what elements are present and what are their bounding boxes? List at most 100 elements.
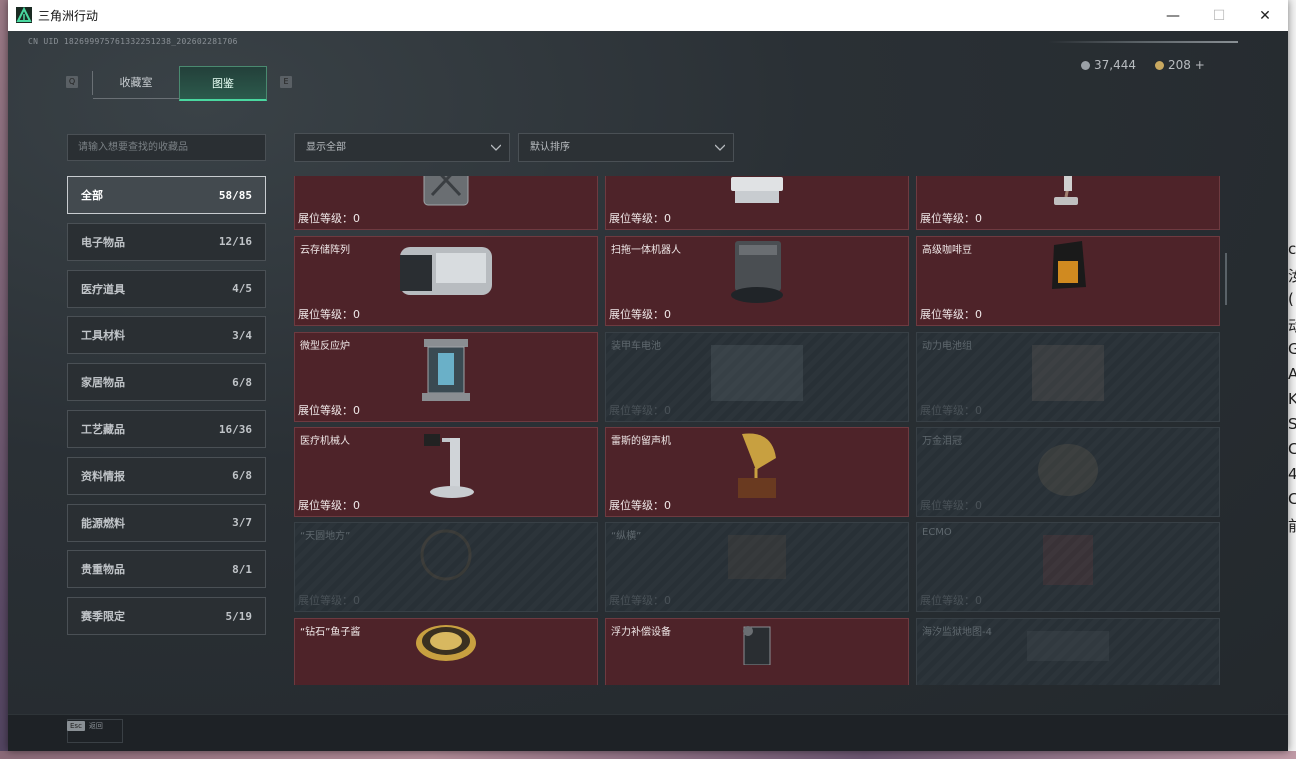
gramophone-icon xyxy=(732,430,782,506)
collection-item-card[interactable]: 万金泪冠展位等级：0 xyxy=(916,427,1220,517)
item-display-level: 展位等级：0 xyxy=(609,212,671,225)
category-count: 12/16 xyxy=(218,235,252,249)
collection-item-card[interactable]: 高级咖啡豆 展位等级：0 xyxy=(916,236,1220,326)
item-name: 动力电池组 xyxy=(922,341,972,352)
collection-item-card[interactable]: 展位等级：0 xyxy=(605,176,909,230)
collection-item-card[interactable]: “天圆地方” 展位等级：0 xyxy=(294,522,598,612)
item-name: 海汐监狱地图-4 xyxy=(922,627,992,638)
category-item[interactable]: 资料情报 6/8 xyxy=(67,456,266,495)
collection-item-card[interactable]: 云存储阵列展位等级：0 xyxy=(294,236,598,326)
item-display-level: 展位等级：0 xyxy=(609,594,671,607)
category-count: 6/8 xyxy=(232,375,252,389)
item-display-level: 展位等级：0 xyxy=(298,308,360,321)
category-label: 资料情报 xyxy=(81,469,125,483)
category-item[interactable]: 工艺藏品 16/36 xyxy=(67,410,266,448)
game-screen: CN UID 1826999757613322512​38_2026022817… xyxy=(8,31,1288,751)
vacuum-cleaner-icon xyxy=(1048,176,1088,213)
collection-item-card[interactable]: 医疗机械人展位等级：0 xyxy=(294,427,598,517)
category-label: 电子物品 xyxy=(81,235,125,249)
key-hint-next-tab: E xyxy=(280,76,292,88)
collection-item-card[interactable]: 动力电池组 展位等级：0 xyxy=(916,332,1220,422)
collection-grid[interactable]: 展位等级：0 展位等级：0 展位等级：0 云存储阵列 展位等级：0 扫拖一体机器人 展位等级… xyxy=(294,176,1220,685)
currency-silver: 37,444 xyxy=(1081,58,1136,72)
category-item[interactable]: 全部 58/85 xyxy=(67,176,266,214)
search-input[interactable]: 请输入想要查找的收藏品 xyxy=(67,134,266,161)
item-display-level: 展位等级：0 xyxy=(298,594,360,607)
category-label: 工艺藏品 xyxy=(81,423,125,436)
window-title: 三角洲行动 xyxy=(38,9,99,23)
item-display-level: 展位等级：0 xyxy=(609,404,671,417)
gold-coin-icon xyxy=(1155,60,1164,70)
tab-catalog[interactable]: 图鉴 xyxy=(179,66,267,101)
crown-icon xyxy=(1033,430,1103,504)
silver-coin-icon xyxy=(1081,60,1090,70)
sort-dropdown[interactable]: 默认排序 xyxy=(518,133,734,162)
category-item[interactable]: 贵重物品 8/1 xyxy=(67,550,266,589)
category-item[interactable]: 工具材料 3/4 xyxy=(67,316,266,355)
category-label: 家居物品 xyxy=(81,376,125,390)
item-name: 万金泪冠 xyxy=(922,436,962,447)
category-item[interactable]: 家居物品 6/8 xyxy=(67,363,266,402)
category-count: 3/7 xyxy=(232,516,252,530)
item-name: “纵横” xyxy=(611,531,642,542)
globe-icon xyxy=(416,525,476,599)
minimize-button[interactable]: — xyxy=(1150,0,1196,31)
collection-item-card[interactable]: 扫拖一体机器人 展位等级：0 xyxy=(605,236,909,326)
category-label: 贵重物品 xyxy=(81,563,125,577)
collection-item-card[interactable]: “纵横” 展位等级：0 xyxy=(605,522,909,612)
category-item[interactable]: 医疗道具 4/5 xyxy=(67,269,266,308)
sort-dropdown-value: 默认排序 xyxy=(530,142,570,153)
tab-collection-room[interactable]: 收藏室 xyxy=(93,66,179,99)
category-count: 6/8 xyxy=(232,469,252,483)
item-name: 雷斯的留声机 xyxy=(611,436,671,447)
collection-item-card[interactable]: 展位等级：0 xyxy=(294,176,598,230)
item-name: 医疗机械人 xyxy=(300,436,350,447)
category-count: 58/85 xyxy=(218,188,252,202)
storage-array-icon xyxy=(396,239,496,305)
app-window: 三角洲行动 — ☐ ✕ CN UID 1826999757613322512​3… xyxy=(8,0,1288,751)
chevron-down-icon xyxy=(715,144,725,151)
item-display-level: 展位等级：0 xyxy=(920,499,982,512)
category-item[interactable]: 能源燃料 3/7 xyxy=(67,503,266,542)
grid-scrollbar[interactable] xyxy=(1225,253,1227,305)
item-name: 云存储阵列 xyxy=(300,245,350,256)
header-decoration xyxy=(1048,41,1238,43)
collection-item-card[interactable]: 浮力补偿设备 xyxy=(605,618,909,685)
collection-item-card[interactable]: 海汐监狱地图-4 xyxy=(916,618,1220,685)
collection-item-card[interactable]: 展位等级：0 xyxy=(916,176,1220,230)
category-item[interactable]: 赛季限定 5/19 xyxy=(67,597,266,636)
chevron-down-icon xyxy=(491,144,501,151)
app-logo-icon xyxy=(16,7,32,23)
desktop-background-right: c 汝( 动GA KSC 4C前 xyxy=(1288,0,1296,759)
currency-silver-value: 37,444 xyxy=(1094,58,1136,72)
category-count: 3/4 xyxy=(232,328,252,342)
key-hint-prev-tab: Q xyxy=(66,76,78,88)
tab-divider xyxy=(92,71,93,95)
item-name: “天圆地方” xyxy=(300,531,351,542)
collection-item-card[interactable]: 装甲车电池 展位等级：0 xyxy=(605,332,909,422)
collection-item-card[interactable]: 雷斯的留声机 展位等级：0 xyxy=(605,427,909,517)
close-button[interactable]: ✕ xyxy=(1242,0,1288,31)
title-bar[interactable]: 三角洲行动 — ☐ ✕ xyxy=(8,0,1288,31)
collection-item-card[interactable]: ECMO 展位等级：0 xyxy=(916,522,1220,612)
reactor-icon xyxy=(418,335,474,409)
item-display-level: 展位等级：0 xyxy=(298,499,360,512)
item-display-level: 展位等级：0 xyxy=(920,594,982,607)
item-display-level: 展位等级：0 xyxy=(298,404,360,417)
map-icon xyxy=(1023,621,1113,665)
ecmo-icon xyxy=(1033,525,1103,599)
bottom-bar xyxy=(8,714,1288,751)
filter-dropdown[interactable]: 显示全部 xyxy=(294,133,510,162)
collection-item-card[interactable]: “钻石”鱼子酱 xyxy=(294,618,598,685)
collection-item-card[interactable]: 微型反应炉 展位等级：0 xyxy=(294,332,598,422)
category-item[interactable]: 电子物品 12/16 xyxy=(67,222,266,261)
category-label: 全部 xyxy=(81,189,103,202)
item-name: “钻石”鱼子酱 xyxy=(300,627,361,638)
item-name: 浮力补偿设备 xyxy=(611,627,671,638)
battery-pack-icon xyxy=(1028,335,1108,409)
battery-icon xyxy=(707,335,807,409)
item-display-level: 展位等级：0 xyxy=(609,499,671,512)
board-icon xyxy=(722,525,792,589)
maximize-button[interactable]: ☐ xyxy=(1196,0,1242,31)
currency-gold[interactable]: 208 + xyxy=(1155,58,1205,72)
